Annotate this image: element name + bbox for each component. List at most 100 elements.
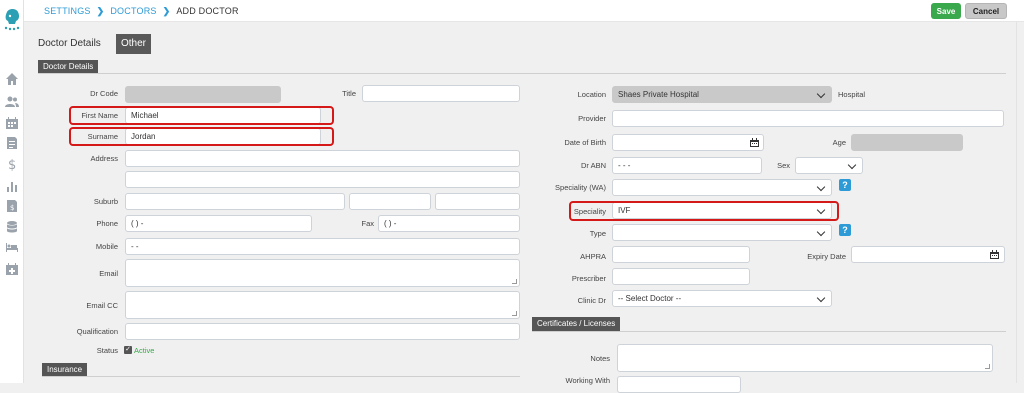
age-field (851, 134, 963, 151)
status-checkbox[interactable]: ✓ (124, 346, 132, 354)
home-icon[interactable] (5, 72, 19, 86)
tab-doctor-details[interactable]: Doctor Details (38, 34, 101, 54)
abn-label: Dr ABN (580, 161, 606, 170)
cancel-button[interactable]: Cancel (965, 3, 1007, 19)
top-bar: SETTINGS ❯ DOCTORS ❯ ADD DOCTOR Save Cancel (24, 0, 1024, 22)
email-label: Email (99, 269, 118, 278)
chevron-right-icon: ❯ (162, 6, 171, 16)
chevron-down-icon (847, 160, 857, 170)
speciality-wa-label: Speciality (WA) (555, 183, 606, 192)
dr-code-field (125, 86, 281, 103)
bar-chart-icon[interactable] (5, 179, 19, 193)
address-label: Address (90, 154, 118, 163)
location-select[interactable]: Shaes Private Hospital (612, 86, 832, 103)
email-field[interactable] (125, 259, 520, 287)
chevron-down-icon (816, 293, 826, 303)
provider-label: Provider (578, 114, 606, 123)
svg-text:$: $ (10, 204, 14, 212)
breadcrumb-settings[interactable]: SETTINGS (44, 6, 91, 16)
fax-field[interactable]: ( ) - (378, 215, 520, 232)
save-button[interactable]: Save (931, 3, 961, 19)
calendar-icon[interactable] (750, 138, 759, 147)
document-icon[interactable] (5, 136, 19, 150)
email-cc-field[interactable] (125, 291, 520, 319)
chevron-right-icon: ❯ (96, 6, 105, 16)
breadcrumb: SETTINGS ❯ DOCTORS ❯ ADD DOCTOR (44, 6, 239, 17)
phone-field[interactable]: ( ) - (125, 215, 312, 232)
resize-handle-icon[interactable] (985, 364, 990, 369)
section-insurance: Insurance (42, 363, 88, 377)
resize-handle-icon[interactable] (512, 279, 517, 284)
title-label: Title (342, 89, 356, 98)
section-divider (42, 376, 520, 377)
breadcrumb-current: ADD DOCTOR (176, 6, 239, 16)
ahpra-field[interactable] (612, 246, 750, 263)
prescriber-label: Prescriber (571, 274, 606, 283)
highlight-speciality (569, 201, 839, 221)
highlight-surname (69, 127, 334, 146)
suburb-field[interactable] (125, 193, 345, 210)
chevron-down-icon (816, 182, 826, 192)
section-divider (532, 331, 1006, 332)
mobile-label: Mobile (95, 242, 118, 251)
app-logo[interactable] (3, 8, 21, 34)
suburb-label: Suburb (93, 197, 118, 206)
sex-select[interactable] (795, 157, 863, 174)
address-line2-field[interactable] (125, 171, 520, 188)
qualification-label: Qualification (76, 327, 118, 336)
highlight-first-name (69, 106, 334, 125)
type-select[interactable] (612, 224, 832, 241)
users-icon[interactable] (5, 95, 19, 109)
notes-label: Notes (590, 354, 610, 363)
abn-field[interactable]: - - - (612, 157, 762, 174)
tab-other[interactable]: Other (116, 34, 152, 54)
type-label: Type (589, 229, 606, 238)
section-doctor-details: Doctor Details (38, 60, 99, 74)
dob-label: Date of Birth (564, 138, 606, 147)
help-icon[interactable]: ? (839, 224, 851, 236)
notes-field[interactable] (617, 344, 993, 372)
invoice-icon[interactable]: $ (5, 199, 19, 213)
phone-label: Phone (96, 219, 118, 228)
ahpra-label: AHPRA (580, 252, 606, 261)
sidebar: $ $ (0, 0, 24, 383)
breadcrumb-doctors[interactable]: DOCTORS (110, 6, 156, 16)
status-label: Status (96, 346, 118, 355)
working-with-field[interactable] (617, 376, 741, 393)
fax-label: Fax (361, 219, 374, 228)
expiry-date-field[interactable] (851, 246, 1005, 263)
chevron-down-icon (816, 227, 826, 237)
age-label: Age (832, 138, 846, 147)
dollar-icon[interactable]: $ (5, 157, 19, 173)
svg-text:$: $ (8, 158, 16, 171)
email-cc-label: Email CC (86, 301, 118, 310)
provider-field[interactable] (612, 110, 1004, 127)
title-field[interactable] (362, 85, 520, 102)
section-divider (38, 73, 1006, 74)
scrollbar[interactable] (1016, 22, 1024, 383)
dob-field[interactable] (612, 134, 764, 151)
qualification-field[interactable] (125, 323, 520, 340)
clinic-dr-value: -- Select Doctor -- (618, 294, 682, 303)
mobile-field[interactable]: - - (125, 238, 520, 255)
database-icon[interactable] (5, 220, 19, 234)
status-value: Active (134, 346, 155, 355)
calendar-icon[interactable] (5, 116, 19, 130)
prescriber-field[interactable] (612, 268, 750, 285)
location-label: Location (577, 90, 606, 99)
speciality-wa-select[interactable] (612, 179, 832, 196)
address-line1-field[interactable] (125, 150, 520, 167)
working-with-label: Working With (565, 376, 610, 385)
location-suffix: Hospital (838, 90, 866, 99)
calendar-icon[interactable] (990, 250, 999, 259)
resize-handle-icon[interactable] (512, 311, 517, 316)
location-value: Shaes Private Hospital (618, 90, 699, 99)
help-icon[interactable]: ? (839, 179, 851, 191)
postcode-field[interactable] (435, 193, 520, 210)
calendar-plus-icon[interactable] (5, 262, 19, 276)
dr-code-label: Dr Code (90, 89, 118, 98)
clinic-dr-label: Clinic Dr (577, 296, 606, 305)
state-field[interactable] (349, 193, 431, 210)
clinic-dr-select[interactable]: -- Select Doctor -- (612, 290, 832, 307)
bed-icon[interactable] (5, 240, 19, 254)
